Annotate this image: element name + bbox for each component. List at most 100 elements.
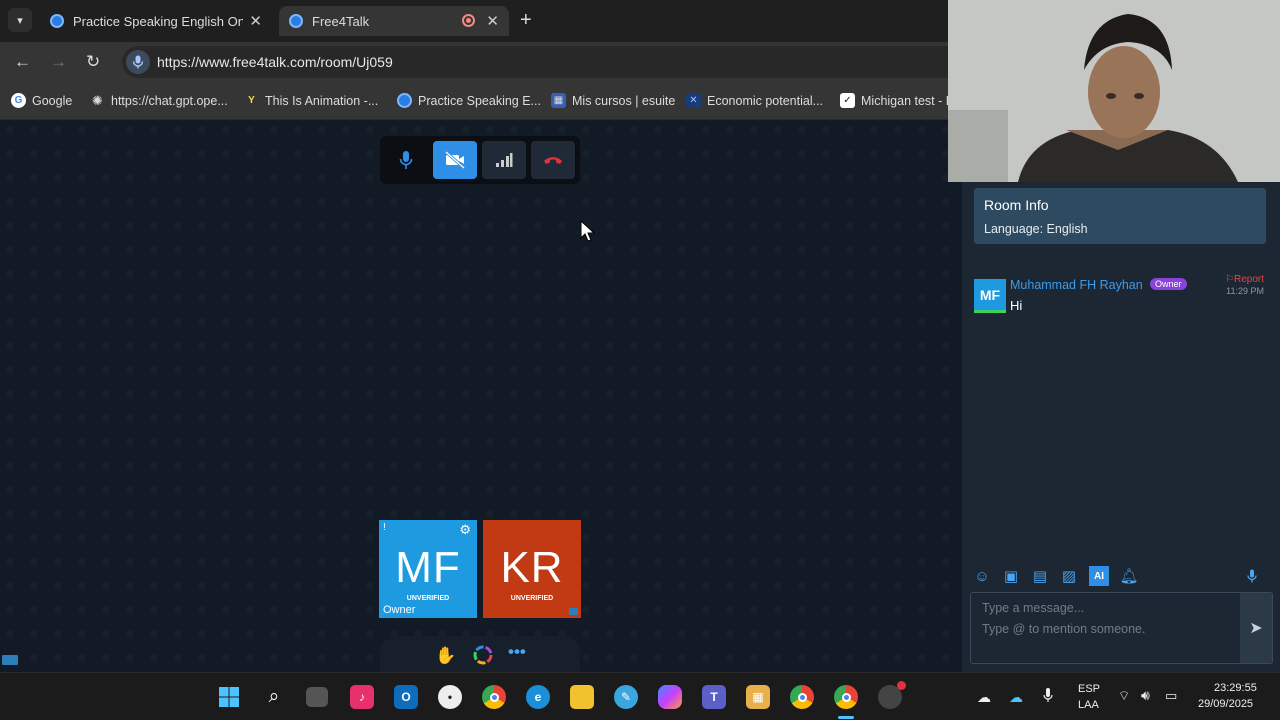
clock-date[interactable]: 29/09/2025 bbox=[1198, 698, 1253, 710]
battery-icon[interactable]: ▭ bbox=[1165, 688, 1177, 704]
chat-panel: Room Info Language: English MF Muhammad … bbox=[962, 182, 1280, 672]
bookmark-label: Michigan test - E bbox=[861, 93, 948, 108]
composer-toolbar: ☺ ▣ ▤ ▨ AI 🔔︎ bbox=[972, 566, 1272, 586]
onedrive-icon[interactable]: ☁ bbox=[1009, 689, 1023, 706]
outlook-icon[interactable]: O bbox=[394, 685, 418, 709]
close-tab-icon[interactable]: ✕ bbox=[249, 12, 262, 30]
bookmark-chatgpt[interactable]: ✺ https://chat.gpt.ope... bbox=[90, 93, 228, 108]
verification-status: UNVERIFIED bbox=[510, 594, 554, 602]
recording-indicator-icon bbox=[462, 14, 475, 27]
input-language-top[interactable]: ESP bbox=[1078, 683, 1100, 695]
chat-message: MF Muhammad FH Rayhan Owner Hi ⚐Report 1… bbox=[974, 274, 1266, 318]
edge-icon[interactable]: e bbox=[526, 685, 550, 709]
input-language-bottom[interactable]: LAA bbox=[1078, 699, 1099, 711]
microphone-in-use-icon[interactable] bbox=[126, 50, 150, 74]
bookmark-animation[interactable]: Y This Is Animation -... bbox=[244, 93, 378, 108]
call-stage: ! ⚙ MF UNVERIFIED Owner KR UNVERIFIED ✋ … bbox=[0, 120, 962, 672]
forward-arrow-icon[interactable]: → bbox=[50, 52, 67, 72]
bookmark-michigan[interactable]: ✓ Michigan test - E bbox=[840, 93, 948, 108]
image-icon[interactable]: ▨ bbox=[1059, 566, 1079, 586]
cloud-icon[interactable]: ☁ bbox=[977, 689, 991, 706]
mouse-cursor-icon bbox=[580, 219, 596, 247]
bell-icon[interactable]: 🔔︎ bbox=[1119, 566, 1139, 586]
tab-search-button[interactable]: ▾ bbox=[8, 8, 32, 32]
free4talk-favicon-icon bbox=[50, 14, 64, 28]
send-icon: ➤ bbox=[1249, 620, 1263, 637]
free4talk-favicon-icon bbox=[289, 14, 303, 28]
active-app-indicator bbox=[838, 716, 854, 719]
call-controls bbox=[380, 136, 580, 184]
color-wheel-icon[interactable] bbox=[472, 644, 494, 671]
windows-start-icon[interactable] bbox=[217, 685, 241, 709]
tab-free4talk[interactable]: Free4Talk ✕ bbox=[279, 6, 509, 36]
sticker-icon[interactable]: ▣ bbox=[1001, 566, 1021, 586]
chrome-profile-icon[interactable] bbox=[790, 685, 814, 709]
browser-tab-bar: ▾ Practice Speaking English Onlin ✕ Free… bbox=[0, 0, 948, 42]
bookmark-mis-cursos[interactable]: ▦ Mis cursos | esuite bbox=[551, 93, 675, 108]
chrome-notification-icon[interactable] bbox=[878, 681, 906, 709]
room-info-card: Room Info Language: English bbox=[974, 188, 1266, 244]
webcam-person-image bbox=[948, 0, 1280, 182]
tab-practice-speaking[interactable]: Practice Speaking English Onlin ✕ bbox=[40, 6, 272, 36]
message-placeholder: Type a message... bbox=[982, 601, 1085, 615]
info-icon: ! bbox=[383, 522, 386, 533]
tiktok-icon[interactable]: ♪ bbox=[350, 685, 374, 709]
screen-icon bbox=[569, 608, 578, 615]
report-link[interactable]: ⚐Report bbox=[1225, 274, 1264, 285]
hang-up-button[interactable] bbox=[531, 141, 575, 179]
tab-title: Free4Talk bbox=[312, 13, 370, 29]
bookmarks-bar: G Google ✺ https://chat.gpt.ope... Y Thi… bbox=[0, 82, 948, 120]
paint-icon[interactable]: ✎ bbox=[614, 685, 638, 709]
more-options-icon[interactable]: ••• bbox=[508, 642, 526, 662]
connection-signal-button[interactable] bbox=[482, 141, 526, 179]
screen-share-icon[interactable] bbox=[2, 655, 18, 665]
chrome-icon[interactable] bbox=[482, 685, 506, 709]
mention-hint: Type @ to mention someone. bbox=[982, 622, 1146, 636]
wifi-icon[interactable]: ⌔ bbox=[1118, 688, 1130, 704]
camera-off-button[interactable] bbox=[433, 141, 477, 179]
teams-icon[interactable]: T bbox=[702, 685, 726, 709]
room-info-title: Room Info bbox=[984, 197, 1049, 213]
bookmark-economic[interactable]: ✕ Economic potential... bbox=[686, 93, 823, 108]
new-tab-button[interactable]: + bbox=[520, 9, 532, 32]
ai-assistant-icon[interactable]: • bbox=[438, 685, 462, 709]
document-icon: ✕ bbox=[686, 93, 701, 108]
free4talk-favicon-icon bbox=[397, 93, 412, 108]
raise-hand-icon[interactable]: ✋ bbox=[435, 646, 456, 666]
browser-toolbar: ← → ↻ https://www.free4talk.com/room/Uj0… bbox=[0, 42, 952, 82]
bookmark-practice-speaking[interactable]: Practice Speaking E... bbox=[397, 93, 541, 108]
tab-title: Practice Speaking English Onlin bbox=[73, 13, 243, 29]
microphone-icon[interactable] bbox=[1043, 687, 1053, 706]
volume-icon[interactable]: 🔊︎ bbox=[1141, 687, 1150, 704]
ai-icon[interactable]: AI bbox=[1089, 566, 1109, 586]
participant-tile-mf[interactable]: ! ⚙ MF UNVERIFIED Owner bbox=[379, 520, 477, 618]
bookmark-google[interactable]: G Google bbox=[11, 93, 72, 108]
chrome-active-icon[interactable] bbox=[834, 685, 858, 709]
room-language: Language: English bbox=[984, 222, 1088, 236]
gif-icon[interactable]: ▤ bbox=[1030, 566, 1050, 586]
back-arrow-icon[interactable]: ← bbox=[14, 52, 31, 72]
microphone-icon[interactable] bbox=[1242, 566, 1262, 586]
app-icon[interactable]: ▦ bbox=[746, 685, 770, 709]
emoji-icon[interactable]: ☺ bbox=[972, 566, 992, 586]
search-icon[interactable]: ⌕ bbox=[262, 685, 286, 709]
message-input[interactable]: Type a message... Type @ to mention some… bbox=[970, 592, 1273, 664]
message-text: Hi bbox=[1010, 298, 1023, 313]
close-tab-icon[interactable]: ✕ bbox=[486, 12, 499, 30]
gear-icon[interactable]: ⚙ bbox=[459, 522, 471, 538]
message-sender[interactable]: Muhammad FH Rayhan bbox=[1010, 278, 1143, 292]
reload-icon[interactable]: ↻ bbox=[86, 52, 100, 72]
participant-tile-kr[interactable]: KR UNVERIFIED bbox=[483, 520, 581, 618]
copilot-icon[interactable] bbox=[658, 685, 682, 709]
participant-initials: KR bbox=[500, 542, 564, 592]
avatar[interactable]: MF bbox=[974, 279, 1006, 313]
animation-site-icon: Y bbox=[248, 95, 255, 106]
send-button[interactable]: ➤ bbox=[1240, 593, 1272, 663]
clock-time[interactable]: 23:29:55 bbox=[1214, 682, 1257, 694]
url-text: https://www.free4talk.com/room/Uj059 bbox=[157, 54, 393, 70]
address-bar[interactable]: https://www.free4talk.com/room/Uj059 bbox=[122, 46, 952, 78]
file-explorer-icon[interactable] bbox=[570, 685, 594, 709]
microphone-button[interactable] bbox=[384, 141, 428, 179]
report-label: Report bbox=[1233, 274, 1264, 285]
task-view-icon[interactable] bbox=[306, 687, 328, 707]
